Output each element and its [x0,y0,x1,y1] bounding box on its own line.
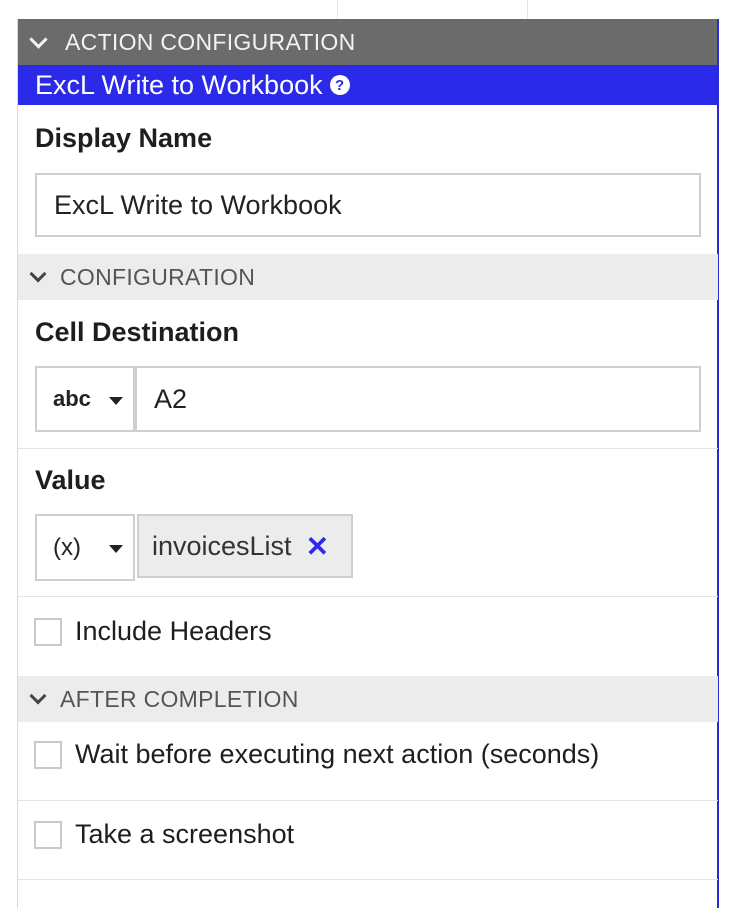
cell-destination-type-select[interactable]: abc [35,366,135,432]
chevron-down-icon [29,265,47,283]
action-configuration-panel: ACTION CONFIGURATION ExcL Write to Workb… [17,19,719,908]
column-divider [337,0,338,19]
variable-name: invoicesList [152,530,292,561]
wait-label: Wait before executing next action (secon… [75,739,600,769]
configuration-section-title: CONFIGURATION [60,263,256,290]
display-name-input[interactable] [35,173,701,237]
divider [18,596,718,597]
configuration-section-header[interactable]: CONFIGURATION [18,254,718,300]
cell-destination-label: Cell Destination [35,317,240,347]
top-strip [17,0,719,20]
type-select-value: abc [53,386,91,411]
type-select-value: (x) [53,533,81,561]
action-configuration-title: ACTION CONFIGURATION [65,28,356,55]
chevron-down-icon [29,29,48,49]
divider [18,879,718,880]
cell-destination-input[interactable] [135,366,701,432]
chevron-down-icon [29,687,47,705]
value-label: Value [35,465,106,495]
column-divider [527,0,528,19]
action-configuration-header[interactable]: ACTION CONFIGURATION [18,19,717,65]
value-type-select[interactable]: (x) [35,514,135,581]
screenshot-label: Take a screenshot [75,819,295,849]
action-title-bar: ExcL Write to Workbook ? [18,65,717,105]
divider [18,800,718,801]
display-name-label: Display Name [35,123,213,153]
help-icon[interactable]: ? [329,75,350,95]
wait-checkbox[interactable] [34,741,62,769]
include-headers-label: Include Headers [75,616,272,646]
caret-down-icon [109,545,123,553]
include-headers-checkbox[interactable] [34,618,62,646]
value-variable-chip: invoicesList ✕ [137,514,353,578]
action-title: ExcL Write to Workbook [35,69,323,100]
caret-down-icon [109,397,123,405]
screenshot-checkbox[interactable] [34,821,62,849]
after-completion-section-title: AFTER COMPLETION [60,685,299,712]
after-completion-section-header[interactable]: AFTER COMPLETION [18,676,718,722]
divider [18,448,718,449]
remove-icon[interactable]: ✕ [306,530,329,563]
